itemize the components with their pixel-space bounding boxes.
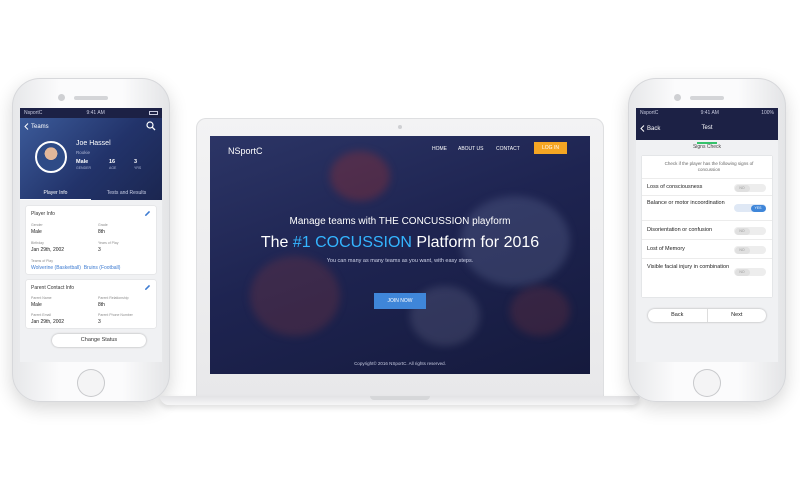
parent-name-field: Parent Name Male — [31, 296, 52, 308]
signs-check-card: Check if the player has the following si… — [642, 156, 772, 297]
grade-field: Grade 8th — [98, 223, 108, 235]
profile-tabs: Player Info Tests and Results — [20, 188, 162, 200]
stat-gender: Male GENDER — [76, 159, 91, 170]
device-mockup-stage: NsportC 9:41 AM Teams Joe Hassel Rookie … — [0, 0, 800, 500]
card-title: Player Info — [31, 211, 55, 217]
status-time: 9:41 AM — [86, 110, 105, 116]
tab-player-info[interactable]: Player Info — [20, 188, 91, 200]
hero-title: The #1 COCUSSION Platform for 2016 — [260, 234, 540, 251]
camera-icon — [674, 94, 681, 101]
nav-contact[interactable]: CONTACT — [496, 146, 520, 152]
laptop: NSportC HOME ABOUT US CONTACT LOG IN Man… — [196, 118, 604, 400]
sign-label: Loss of consciousness — [647, 184, 703, 190]
nav-about-us[interactable]: ABOUT US — [458, 146, 483, 152]
stat-years: 3 YRS — [134, 159, 142, 170]
teams-back-button[interactable]: Teams — [24, 123, 49, 130]
landing-page-screen: NSportC HOME ABOUT US CONTACT LOG IN Man… — [210, 136, 590, 374]
sign-toggle[interactable]: NO — [734, 227, 766, 235]
hero-title-highlight: #1 COCUSSION — [292, 234, 412, 251]
next-button[interactable]: Next — [708, 309, 767, 322]
back-button[interactable]: Back — [648, 309, 708, 322]
parent-phone-field: Parent Phone Number 3 — [98, 313, 133, 325]
nav-title: Test — [701, 125, 713, 131]
avatar — [35, 141, 67, 173]
status-bar: NsportC 9:41 AM 100% — [636, 108, 778, 118]
team-link[interactable]: Wolverine (Basketball) — [31, 265, 81, 271]
right-phone: NsportC 9:41 AM 100% Back Test Signs Che… — [628, 78, 786, 402]
nav-home[interactable]: HOME — [432, 146, 447, 152]
sign-label: Disorientation or confusion — [647, 227, 713, 233]
signs-check-screen: NsportC 9:41 AM 100% Back Test Signs Che… — [636, 108, 778, 362]
years-field: Years of Play 3 — [98, 241, 119, 253]
hero-description: You can many as many teams as you want, … — [326, 258, 474, 264]
sign-toggle[interactable]: NO — [734, 246, 766, 254]
home-button — [77, 369, 105, 397]
sign-toggle[interactable]: NO — [734, 184, 766, 192]
hero-subtitle: Manage teams with THE CONCUSSION playfor… — [289, 216, 511, 227]
carrier-label: NsportC — [640, 110, 659, 116]
sign-row: Disorientation or confusion NO — [642, 220, 772, 239]
edit-pencil-icon[interactable] — [144, 210, 151, 217]
brand-logo[interactable]: NSportC — [228, 146, 263, 156]
player-position: Rookie — [76, 150, 91, 155]
carrier-label: NsportC — [24, 110, 43, 116]
sign-row: Loss of consciousness NO — [642, 178, 772, 195]
sign-row: Visible facial injury in combination NO — [642, 258, 772, 286]
sign-label: Balance or motor incoordination — [647, 200, 725, 206]
home-button — [693, 369, 721, 397]
parent-contact-card: Parent Contact Info Parent Name Male Pare… — [26, 280, 156, 328]
sign-toggle[interactable]: NO — [734, 268, 766, 276]
card-title: Parent Contact Info — [31, 285, 75, 291]
login-button[interactable]: LOG IN — [534, 142, 567, 154]
laptop-base — [160, 396, 640, 405]
left-phone: NsportC 9:41 AM Teams Joe Hassel Rookie … — [12, 78, 170, 402]
status-bar: NsportC 9:41 AM — [20, 108, 162, 118]
earpiece — [74, 96, 108, 100]
camera-icon — [58, 94, 65, 101]
sign-label: Visible facial injury in combination — [647, 264, 730, 270]
sign-label: Lost of Memory — [647, 246, 685, 252]
battery-label: 100% — [761, 110, 774, 116]
player-info-card: Player Info Gender Male Grade 8th Birthday… — [26, 206, 156, 274]
parent-relationship-field: Parent Relationship 8th — [98, 296, 129, 308]
edit-pencil-icon[interactable] — [144, 284, 151, 291]
sign-row: Balance or motor incoordination YES — [642, 195, 772, 220]
search-icon[interactable] — [146, 121, 156, 131]
step-navigation: Back Next — [648, 309, 766, 322]
player-profile-screen: NsportC 9:41 AM Teams Joe Hassel Rookie … — [20, 108, 162, 362]
chevron-left-icon — [24, 123, 29, 130]
profile-header: Teams Joe Hassel Rookie Male GENDER 16 AGE… — [20, 118, 162, 200]
section-title: Signs Check — [692, 144, 722, 150]
join-now-button[interactable]: JOIN NOW — [374, 293, 426, 309]
tab-tests-and-results[interactable]: Tests and Results — [91, 188, 162, 200]
sign-toggle[interactable]: YES — [734, 204, 766, 212]
status-time: 9:41 AM — [700, 110, 719, 116]
change-status-button[interactable]: Change Status — [52, 334, 146, 347]
parent-email-field: Parent Email Jan 29th, 2002 — [31, 313, 65, 325]
gender-field: Gender Male — [31, 223, 43, 235]
camera-icon — [398, 125, 402, 129]
instruction-text: Check if the player has the following si… — [664, 161, 754, 172]
earpiece — [690, 96, 724, 100]
player-name: Joe Hassel — [76, 140, 111, 147]
back-label: Teams — [31, 123, 49, 130]
nav-bar: Back Test — [636, 118, 778, 140]
battery-icon — [148, 111, 158, 115]
birthday-field: Birthday Jan 29th, 2002 — [31, 241, 65, 253]
sign-row: Lost of Memory NO — [642, 239, 772, 258]
footer-copyright: Copyright© 2016 NSportC. All rights rese… — [354, 361, 446, 366]
teams-field: Teams of Play Wolverine (Basketball) Bru… — [31, 259, 121, 271]
stat-age: 16 AGE — [109, 159, 117, 170]
team-link[interactable]: Bruins (Football) — [84, 265, 121, 271]
